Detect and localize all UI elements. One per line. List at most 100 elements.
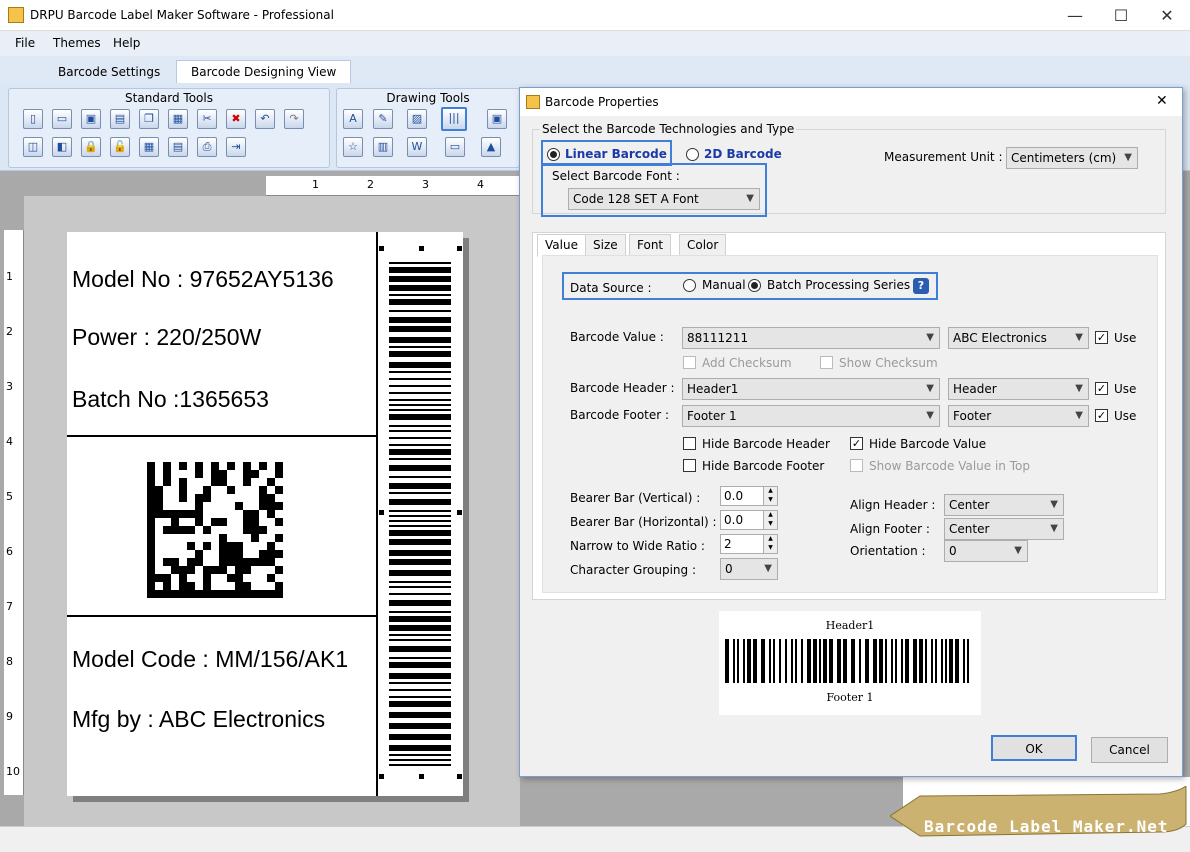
library-tool-icon[interactable]: ▥ [373, 137, 393, 157]
selection-handle[interactable] [457, 774, 462, 779]
manual-label[interactable]: Manual [702, 278, 746, 292]
preview-bar [795, 639, 797, 683]
rectangle-tool-icon[interactable]: ▭ [445, 137, 465, 157]
narrow-wide-input[interactable]: 2 ▲ ▼ [720, 534, 778, 554]
label-text-batch-no[interactable]: Batch No :1365653 [72, 386, 269, 413]
selection-handle[interactable] [379, 774, 384, 779]
label-text-power[interactable]: Power : 220/250W [72, 324, 261, 351]
batch-processing-radio[interactable] [748, 278, 761, 292]
redo-icon[interactable]: ↷ [284, 109, 304, 129]
pen-tool-icon[interactable]: ✎ [373, 109, 393, 129]
cut-icon[interactable]: ✂ [197, 109, 217, 129]
image-insert-icon[interactable]: ▲ [481, 137, 501, 157]
menu-file[interactable]: File [15, 36, 35, 50]
save-icon[interactable]: ▣ [81, 109, 101, 129]
bring-front-icon[interactable]: ◧ [52, 137, 72, 157]
manual-radio[interactable] [683, 278, 696, 292]
hide-header-checkbox[interactable] [683, 437, 696, 450]
shape-tool-icon[interactable]: ☆ [343, 137, 363, 157]
label-text-model-no[interactable]: Model No : 97652AY5136 [72, 266, 334, 293]
barcode-footer-select[interactable]: Footer 1 ▼ [682, 405, 940, 427]
print-preview-icon[interactable]: ▤ [168, 137, 188, 157]
new-icon[interactable]: ▯ [23, 109, 43, 129]
datamatrix-module [275, 566, 283, 574]
tab-color[interactable]: Color [679, 234, 727, 256]
maximize-button[interactable]: ☐ [1098, 0, 1144, 31]
undo-icon[interactable]: ↶ [255, 109, 275, 129]
dialog-close-button[interactable]: ✕ [1156, 93, 1168, 109]
footer-use-checkbox[interactable]: ✓ [1095, 409, 1108, 422]
delete-icon[interactable]: ✖ [226, 109, 246, 129]
barcode-font-select[interactable]: Code 128 SET A Font ▼ [568, 188, 760, 210]
text-tool-icon[interactable]: A [343, 109, 363, 129]
barcode-header-select[interactable]: Header1 ▼ [682, 378, 940, 400]
print-icon[interactable]: ⎙ [197, 137, 217, 157]
header-use-checkbox[interactable]: ✓ [1095, 382, 1108, 395]
barcode-value-field-select[interactable]: ABC Electronics ▼ [948, 327, 1089, 349]
barcode-footer-field-select[interactable]: Footer ▼ [948, 405, 1089, 427]
measurement-unit-select[interactable]: Centimeters (cm) ▼ [1006, 147, 1138, 169]
label-text-model-code[interactable]: Model Code : MM/156/AK1 [72, 646, 348, 673]
preview-bar [823, 639, 827, 683]
selection-handle[interactable] [457, 246, 462, 251]
barcode-label[interactable]: Model No : 97652AY5136 Power : 220/250W … [67, 232, 463, 796]
menu-themes[interactable]: Themes [53, 36, 101, 50]
open-icon[interactable]: ▭ [52, 109, 72, 129]
selection-handle[interactable] [457, 510, 462, 515]
character-grouping-select[interactable]: 0 ▼ [720, 558, 778, 580]
barcode-header-field-select[interactable]: Header ▼ [948, 378, 1089, 400]
align-header-select[interactable]: Center ▼ [944, 494, 1064, 516]
bearer-horizontal-input[interactable]: 0.0 ▲ ▼ [720, 510, 778, 530]
technology-legend: Select the Barcode Technologies and Type [540, 122, 797, 136]
bearer-vertical-input[interactable]: 0.0 ▲ ▼ [720, 486, 778, 506]
picture-tool-icon[interactable]: ▣ [487, 109, 507, 129]
tab-barcode-designing-view[interactable]: Barcode Designing View [176, 60, 352, 83]
export-icon[interactable]: ⇥ [226, 137, 246, 157]
tab-size[interactable]: Size [585, 234, 626, 256]
barcode-properties-dialog: Barcode Properties ✕ Select the Barcode … [519, 87, 1183, 777]
2d-barcode-radio[interactable] [686, 147, 699, 161]
add-checksum-checkbox[interactable] [683, 356, 696, 369]
orientation-select[interactable]: 0 ▼ [944, 540, 1028, 562]
unlock-icon[interactable]: 🔓 [110, 137, 130, 157]
preview-bar [769, 639, 771, 683]
lock-icon[interactable]: 🔒 [81, 137, 101, 157]
datamatrix-module [179, 574, 187, 582]
selection-handle[interactable] [419, 246, 424, 251]
close-button[interactable]: ✕ [1144, 0, 1190, 31]
cancel-button[interactable]: Cancel [1091, 737, 1168, 763]
selection-handle[interactable] [419, 774, 424, 779]
linear-barcode-radio[interactable] [547, 147, 560, 161]
tab-value[interactable]: Value [537, 234, 586, 257]
selection-handle[interactable] [379, 246, 384, 251]
tab-barcode-settings[interactable]: Barcode Settings [43, 60, 175, 83]
menu-help[interactable]: Help [113, 36, 140, 50]
show-value-top-checkbox[interactable] [850, 459, 863, 472]
barcode-tool-icon[interactable]: ||| [441, 107, 467, 131]
tab-font[interactable]: Font [629, 234, 672, 256]
batch-processing-label[interactable]: Batch Processing Series [767, 278, 910, 292]
hide-footer-checkbox[interactable] [683, 459, 696, 472]
image-tool-icon[interactable]: ▨ [407, 109, 427, 129]
grid-icon[interactable]: ▦ [139, 137, 159, 157]
2d-barcode-label[interactable]: 2D Barcode [704, 147, 782, 161]
ok-button[interactable]: OK [991, 735, 1077, 761]
minimize-button[interactable]: — [1052, 0, 1098, 31]
datamatrix-barcode[interactable] [147, 462, 283, 598]
save-as-icon[interactable]: ▤ [110, 109, 130, 129]
watermark-tool-icon[interactable]: W [407, 137, 427, 157]
hide-value-checkbox[interactable]: ✓ [850, 437, 863, 450]
datamatrix-module [195, 558, 203, 566]
copy-icon[interactable]: ❐ [139, 109, 159, 129]
linear-barcode-vertical[interactable] [389, 262, 453, 772]
paste-icon[interactable]: ▦ [168, 109, 188, 129]
send-back-icon[interactable]: ◫ [23, 137, 43, 157]
label-text-mfg-by[interactable]: Mfg by : ABC Electronics [72, 706, 325, 733]
align-footer-select[interactable]: Center ▼ [944, 518, 1064, 540]
selection-handle[interactable] [379, 510, 384, 515]
barcode-value-select[interactable]: 88111211 ▼ [682, 327, 940, 349]
show-checksum-checkbox[interactable] [820, 356, 833, 369]
value-use-checkbox[interactable]: ✓ [1095, 331, 1108, 344]
linear-barcode-label[interactable]: Linear Barcode [565, 147, 667, 161]
help-icon[interactable]: ? [913, 278, 929, 294]
